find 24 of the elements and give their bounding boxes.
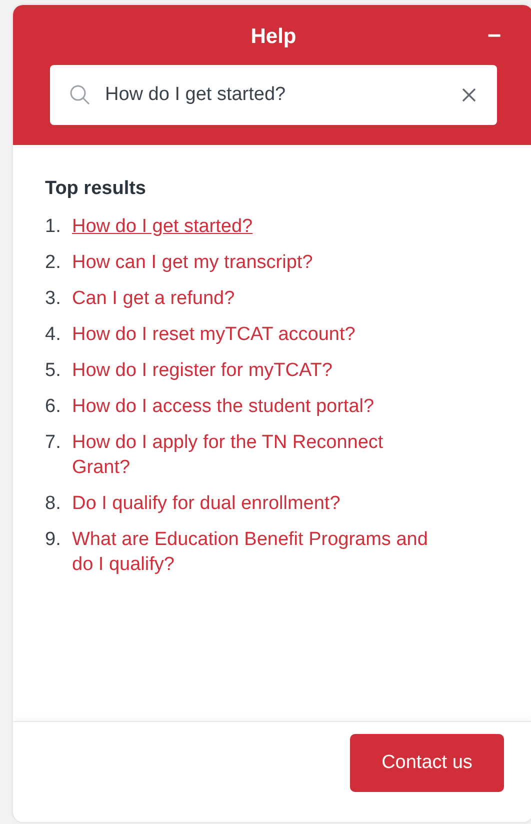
list-number: 8. bbox=[45, 492, 62, 516]
result-link[interactable]: What are Education Benefit Programs and do I qualify? bbox=[72, 527, 438, 577]
result-link[interactable]: How do I get started? bbox=[72, 214, 253, 239]
contact-button[interactable]: Contact us bbox=[350, 734, 504, 792]
result-link[interactable]: How do I access the student portal? bbox=[72, 394, 374, 419]
result-link[interactable]: Do I qualify for dual enrollment? bbox=[72, 491, 340, 516]
list-number: 2. bbox=[45, 251, 62, 275]
search-field[interactable]: How do I get started? bbox=[50, 65, 497, 125]
panel-title: Help bbox=[250, 25, 296, 48]
list-number: 9. bbox=[45, 528, 62, 552]
list-number: 6. bbox=[45, 395, 62, 419]
result-link[interactable]: How do I register for myTCAT? bbox=[72, 358, 332, 383]
list-number: 4. bbox=[45, 323, 62, 347]
list-number: 1. bbox=[45, 215, 62, 239]
result-link[interactable]: How can I get my transcript? bbox=[72, 250, 313, 275]
list-number: 3. bbox=[45, 287, 62, 311]
list-number: 7. bbox=[45, 431, 62, 455]
minimize-button[interactable]: – bbox=[484, 21, 505, 49]
result-link[interactable]: How do I apply for the TN Reconnect Grant? bbox=[72, 430, 438, 480]
results-heading: Top results bbox=[45, 178, 147, 200]
list-number: 5. bbox=[45, 359, 62, 383]
result-link[interactable]: How do I reset myTCAT account? bbox=[72, 322, 356, 347]
clear-icon[interactable] bbox=[462, 88, 476, 102]
result-link[interactable]: Can I get a refund? bbox=[72, 286, 235, 311]
